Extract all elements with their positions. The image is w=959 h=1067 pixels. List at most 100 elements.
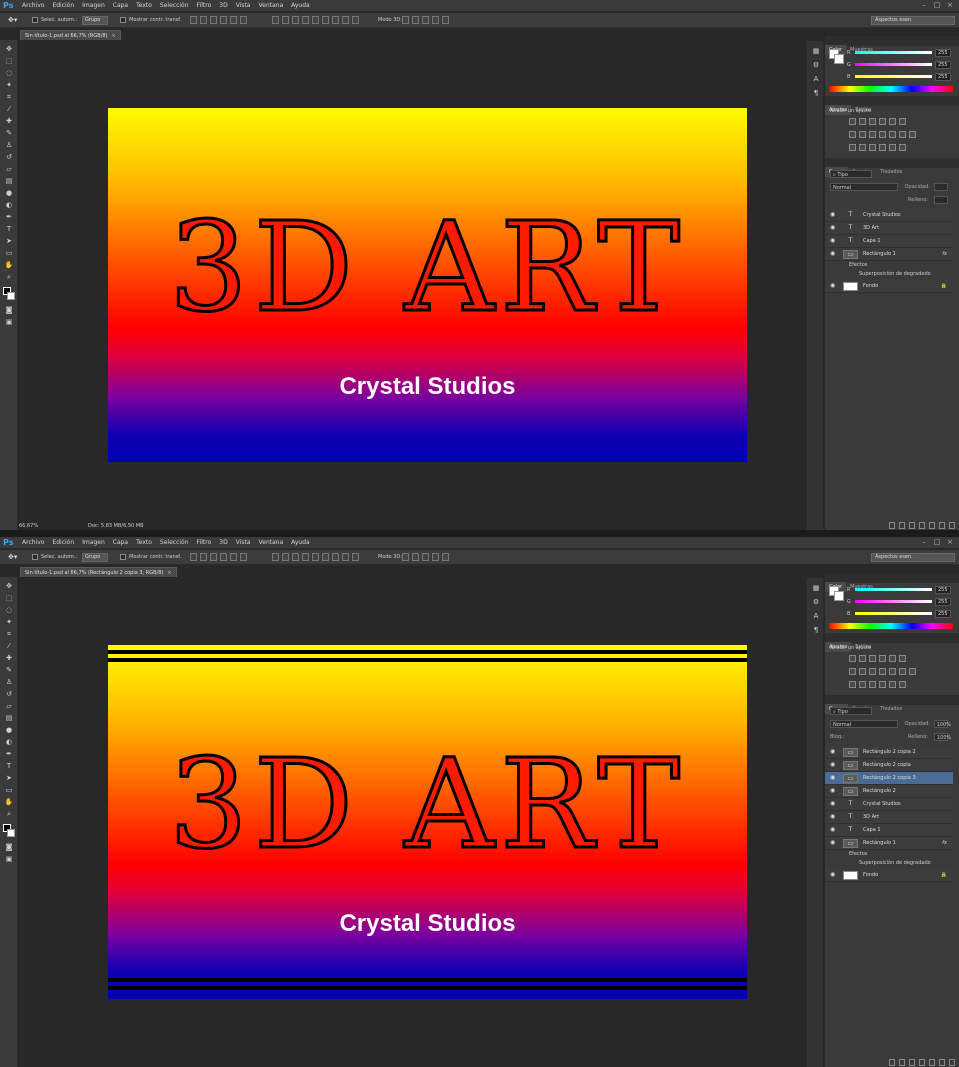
layer-row[interactable]: ◉ ▭ Rectángulo 2 copia 3 [825, 772, 953, 785]
green-value-input[interactable]: 255 [935, 61, 951, 69]
green-value-input[interactable]: 255 [935, 598, 951, 606]
effects-label[interactable]: Efectos [849, 850, 867, 858]
menu-item[interactable]: Ayuda [291, 0, 310, 12]
blue-value-input[interactable]: 255 [935, 73, 951, 81]
visibility-eye-icon[interactable]: ◉ [830, 237, 837, 245]
move-tool-icon[interactable]: ✥ [4, 45, 14, 54]
blue-slider[interactable] [855, 612, 932, 615]
opacity-input[interactable] [933, 183, 948, 191]
menu-item[interactable]: Ventana [258, 537, 283, 549]
background-color-swatch[interactable] [7, 292, 15, 300]
green-slider[interactable] [855, 63, 932, 66]
fill-input[interactable]: 100% [934, 733, 951, 741]
menu-item[interactable]: Archivo [22, 0, 44, 12]
close-icon[interactable]: × [945, 538, 955, 547]
menu-item[interactable]: Selección [160, 537, 189, 549]
effects-label[interactable]: Efectos [849, 261, 867, 269]
layer-row[interactable]: ◉ ▭ Rectángulo 1 fx [825, 837, 953, 850]
screen-mode-icon[interactable]: ▣ [4, 855, 14, 864]
eraser-tool-icon[interactable]: ▱ [4, 702, 14, 711]
red-slider[interactable] [855, 588, 932, 591]
show-transform-checkbox[interactable] [120, 554, 126, 560]
history-panel-icon[interactable]: ▦ [811, 47, 821, 56]
visibility-eye-icon[interactable]: ◉ [830, 282, 837, 290]
adjustment-icons-row-1[interactable] [849, 118, 909, 125]
eyedropper-tool-icon[interactable]: ⁄ [4, 105, 14, 114]
red-slider[interactable] [855, 51, 932, 54]
visibility-eye-icon[interactable]: ◉ [830, 800, 837, 808]
fill-input[interactable] [934, 196, 948, 204]
character-panel-icon[interactable]: A [811, 612, 821, 621]
tab-paths[interactable]: Trazados [876, 704, 906, 714]
show-transform-checkbox[interactable] [120, 17, 126, 23]
layer-effects-icon[interactable]: fx [942, 248, 947, 261]
menu-item[interactable]: Imagen [82, 0, 105, 12]
visibility-eye-icon[interactable]: ◉ [830, 211, 837, 219]
document-tab[interactable]: Sin título-1.psd al 66,7% (RGB/8) × [20, 30, 121, 40]
adjustment-icons-row-2[interactable] [849, 668, 919, 675]
layer-filter-dropdown[interactable]: ⌕ Tipo [830, 707, 872, 715]
menu-item[interactable]: Capa [113, 537, 128, 549]
minimize-icon[interactable]: – [919, 538, 929, 547]
auto-select-dropdown[interactable]: Grupo [82, 553, 108, 562]
layer-row[interactable]: ◉ T Crystal Studios [825, 798, 953, 811]
properties-panel-icon[interactable]: ⚙ [811, 598, 821, 607]
menu-item[interactable]: Vista [236, 0, 251, 12]
eyedropper-tool-icon[interactable]: ⁄ [4, 642, 14, 651]
menu-item[interactable]: Ventana [258, 0, 283, 12]
minimize-icon[interactable]: – [919, 1, 929, 10]
menu-item[interactable]: 3D [219, 0, 227, 12]
visibility-eye-icon[interactable]: ◉ [830, 761, 837, 769]
dodge-tool-icon[interactable]: ◐ [4, 201, 14, 210]
path-select-tool-icon[interactable]: ➤ [4, 774, 14, 783]
auto-select-checkbox[interactable] [32, 554, 38, 560]
menu-item[interactable]: Edición [52, 0, 74, 12]
zoom-tool-icon[interactable]: ⌕ [4, 810, 14, 819]
visibility-eye-icon[interactable]: ◉ [830, 250, 837, 258]
layer-row[interactable]: ◉ Fondo 🔒 [825, 869, 953, 882]
adjustment-icons-row-1[interactable] [849, 655, 909, 662]
move-tool-preset-icon[interactable]: ✥▾ [8, 16, 20, 25]
gradient-tool-icon[interactable]: ▤ [4, 177, 14, 186]
close-tab-icon[interactable]: × [112, 33, 116, 39]
gradient-overlay-effect[interactable]: Superposición de degradado [859, 270, 931, 278]
layer-row[interactable]: ◉ T Capa 1 [825, 235, 953, 248]
menu-item[interactable]: Texto [136, 537, 152, 549]
quick-select-tool-icon[interactable]: ✦ [4, 81, 14, 90]
brush-tool-icon[interactable]: ✎ [4, 129, 14, 138]
type-tool-icon[interactable]: T [4, 225, 14, 234]
color-panel-background[interactable] [834, 591, 844, 601]
visibility-eye-icon[interactable]: ◉ [830, 813, 837, 821]
blend-mode-dropdown[interactable]: Normal [830, 183, 898, 191]
adjustment-icons-row-2[interactable] [849, 131, 919, 138]
marquee-tool-icon[interactable]: ⬚ [4, 594, 14, 603]
visibility-eye-icon[interactable]: ◉ [830, 839, 837, 847]
visibility-eye-icon[interactable]: ◉ [830, 871, 837, 879]
layer-row[interactable]: ◉ ▭ Rectángulo 2 copia 2 [825, 746, 953, 759]
red-value-input[interactable]: 255 [935, 49, 951, 57]
paragraph-panel-icon[interactable]: ¶ [811, 89, 821, 98]
auto-select-dropdown[interactable]: Grupo [82, 16, 108, 25]
visibility-eye-icon[interactable]: ◉ [830, 774, 837, 782]
adjustment-icons-row-3[interactable] [849, 681, 909, 688]
adjustment-icons-row-3[interactable] [849, 144, 909, 151]
quick-mask-icon[interactable]: ◙ [4, 306, 14, 315]
layers-footer-buttons[interactable] [885, 522, 955, 529]
dodge-tool-icon[interactable]: ◐ [4, 738, 14, 747]
workspace-dropdown[interactable]: Aspectos esen. [871, 16, 955, 25]
layer-filter-dropdown[interactable]: ⌕ Tipo [830, 170, 872, 178]
pen-tool-icon[interactable]: ✒ [4, 213, 14, 222]
layer-effects-icon[interactable]: fx [942, 837, 947, 850]
status-zoom[interactable]: 66,67% [19, 522, 38, 530]
menu-item[interactable]: Edición [52, 537, 74, 549]
artboard[interactable]: 3D ART Crystal Studios [108, 108, 747, 462]
maximize-icon[interactable]: □ [932, 1, 942, 10]
menu-item[interactable]: Filtro [197, 0, 212, 12]
brush-tool-icon[interactable]: ✎ [4, 666, 14, 675]
blue-slider[interactable] [855, 75, 932, 78]
lasso-tool-icon[interactable]: ◌ [4, 606, 14, 615]
gradient-tool-icon[interactable]: ▤ [4, 714, 14, 723]
healing-tool-icon[interactable]: ✚ [4, 654, 14, 663]
shape-tool-icon[interactable]: ▭ [4, 249, 14, 258]
color-panel-background[interactable] [834, 54, 844, 64]
